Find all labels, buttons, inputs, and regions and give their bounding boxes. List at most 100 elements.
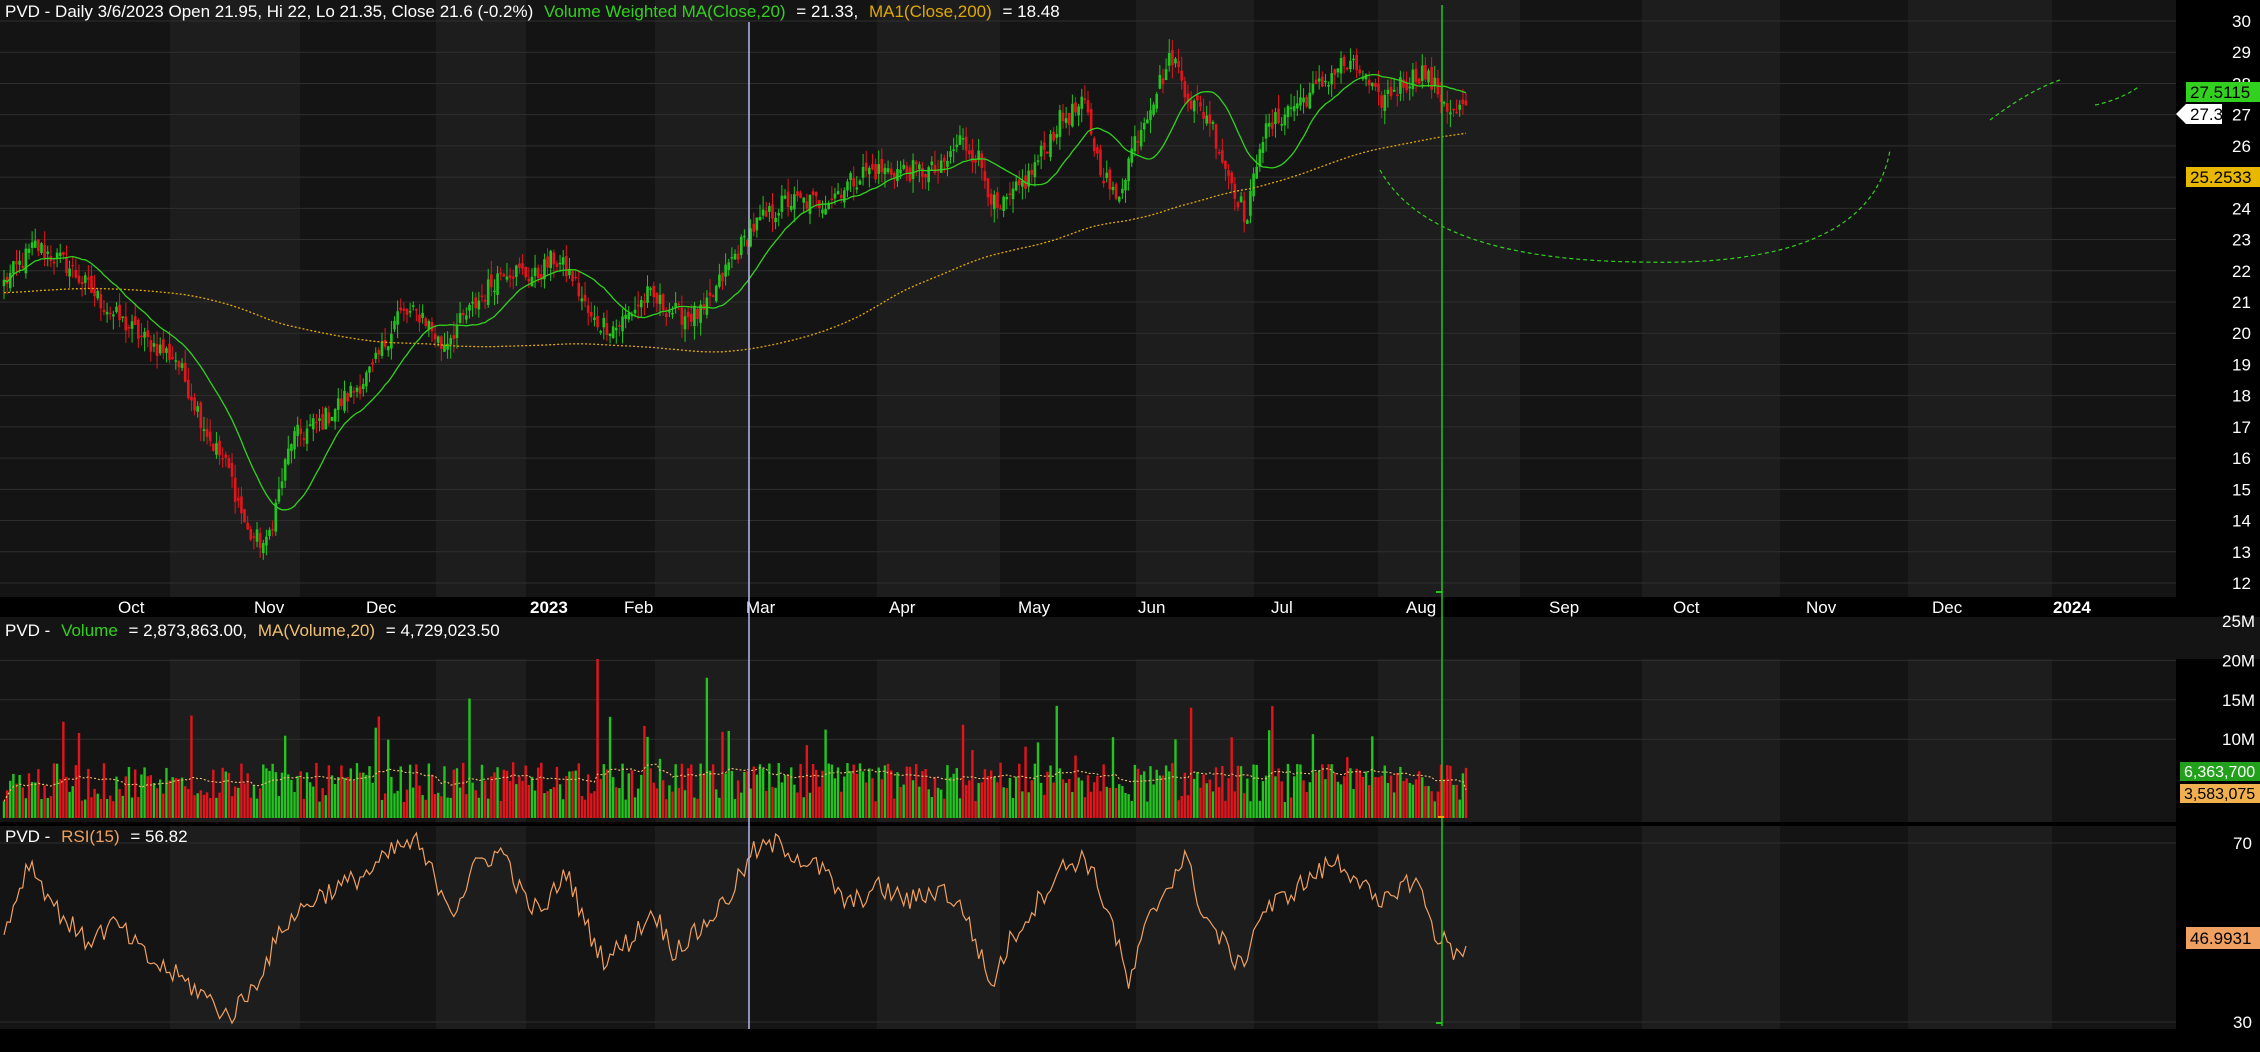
volume-bar: [1452, 784, 1455, 818]
volume-bar: [1446, 765, 1449, 818]
volume-bar: [149, 775, 153, 818]
month-band: [1908, 0, 2052, 597]
volume-bar: [177, 778, 181, 818]
volume-bar: [889, 770, 893, 818]
volume-bar: [65, 776, 68, 818]
volume-bar: [1464, 767, 1468, 818]
volume-bar: [974, 801, 977, 818]
volume-bar: [30, 782, 34, 818]
volume-bar: [1289, 797, 1293, 818]
volume-bar: [315, 762, 318, 818]
price-axis-tick: 15: [2232, 480, 2251, 499]
volume-bar: [796, 792, 799, 818]
volume-bar: [1380, 775, 1383, 818]
volume-bar: [393, 793, 396, 818]
volume-bar: [468, 698, 471, 818]
volume-bar: [140, 774, 143, 818]
volume-bar: [964, 785, 968, 818]
volume-bar: [446, 797, 449, 818]
volume-bar: [1433, 801, 1436, 818]
volume-bar: [1036, 742, 1040, 818]
volume-bar: [618, 788, 621, 818]
rsi-panel[interactable]: [0, 826, 2176, 1029]
volume-bar: [808, 792, 812, 818]
volume-bar: [1189, 707, 1193, 818]
month-label: Dec: [366, 598, 397, 617]
volume-bar: [939, 789, 943, 818]
volume-bar: [874, 801, 877, 818]
candle: [1049, 130, 1052, 162]
volume-bar: [930, 796, 934, 818]
month-label: Sep: [1549, 598, 1579, 617]
volume-axis-tick: 15M: [2222, 691, 2255, 710]
volume-bar: [765, 790, 768, 818]
volume-bar: [152, 783, 156, 818]
volume-bar: [615, 787, 618, 818]
volume-bar: [1143, 771, 1146, 818]
volume-bar: [833, 778, 837, 818]
volume-bar: [1321, 764, 1324, 818]
volume-bar: [1086, 775, 1090, 818]
volume-bar: [921, 770, 924, 818]
volume-bar: [1377, 777, 1380, 818]
volume-badge: 6,363,700: [2180, 762, 2260, 781]
volume-bar: [318, 801, 321, 818]
volume-bar: [643, 725, 646, 818]
volume-bar: [418, 785, 421, 818]
volume-bar: [1105, 786, 1108, 818]
volume-bar: [640, 774, 643, 818]
volume-bar: [593, 791, 596, 818]
volume-bar: [1430, 791, 1433, 818]
volume-bar: [1089, 791, 1093, 818]
volume-bar: [387, 739, 390, 818]
volume-bar: [137, 797, 140, 818]
volume-bar: [1283, 801, 1287, 818]
volume-ma-badge: 3,583,075: [2180, 784, 2260, 803]
volume-bar: [1196, 772, 1199, 818]
volume-bar: [677, 788, 680, 818]
volume-bar: [761, 768, 765, 818]
volume-bar: [202, 794, 206, 818]
volume-bar: [102, 763, 106, 818]
volume-bar: [1249, 801, 1252, 818]
volume-bar: [918, 786, 921, 818]
volume-bar: [377, 716, 381, 818]
volume-axis-tick: 10M: [2222, 730, 2255, 749]
volume-bar: [1183, 772, 1187, 818]
volume-bar: [1164, 765, 1168, 818]
vwma-badge: 27.5115: [2186, 82, 2260, 102]
volume-bar: [955, 768, 958, 818]
volume-bar: [255, 798, 259, 818]
volume-bar: [24, 798, 28, 818]
price-axis-tick: 12: [2232, 574, 2251, 593]
volume-bar: [77, 732, 81, 818]
volume-bar: [118, 789, 121, 818]
volume-bar: [12, 773, 15, 818]
price-axis-tick: 24: [2232, 199, 2251, 218]
volume-bar: [815, 769, 818, 818]
volume-bar: [1414, 779, 1418, 818]
volume-bar: [736, 780, 740, 818]
volume-bar: [1155, 769, 1158, 818]
volume-bar: [1236, 765, 1240, 818]
volume-bar: [1371, 736, 1374, 818]
volume-bar: [690, 764, 693, 818]
volume-bar: [777, 763, 780, 818]
volume-bar: [162, 793, 165, 818]
stock-chart[interactable]: Oct Nov Dec 2023 Feb Mar Apr May Jun Jul Aug Sep Oct…: [0, 0, 2260, 1047]
volume-bar: [1174, 739, 1177, 818]
volume-bar: [1152, 784, 1155, 818]
month-band: [877, 826, 1000, 1029]
volume-bar: [1096, 775, 1099, 818]
volume-bar: [1133, 764, 1137, 818]
panel-separator[interactable]: [0, 822, 2260, 826]
volume-bar: [477, 797, 481, 818]
month-label: Oct: [1673, 598, 1700, 617]
price-panel[interactable]: [0, 0, 2176, 597]
month-label: Mar: [746, 598, 776, 617]
rsi-axis-tick: 30: [2233, 1013, 2252, 1032]
volume-bar: [583, 799, 587, 818]
volume-bar: [9, 780, 12, 818]
volume-bar: [1043, 794, 1046, 818]
price-header: PVD - Daily 3/6/2023 Open 21.95, Hi 22, …: [5, 2, 1060, 21]
